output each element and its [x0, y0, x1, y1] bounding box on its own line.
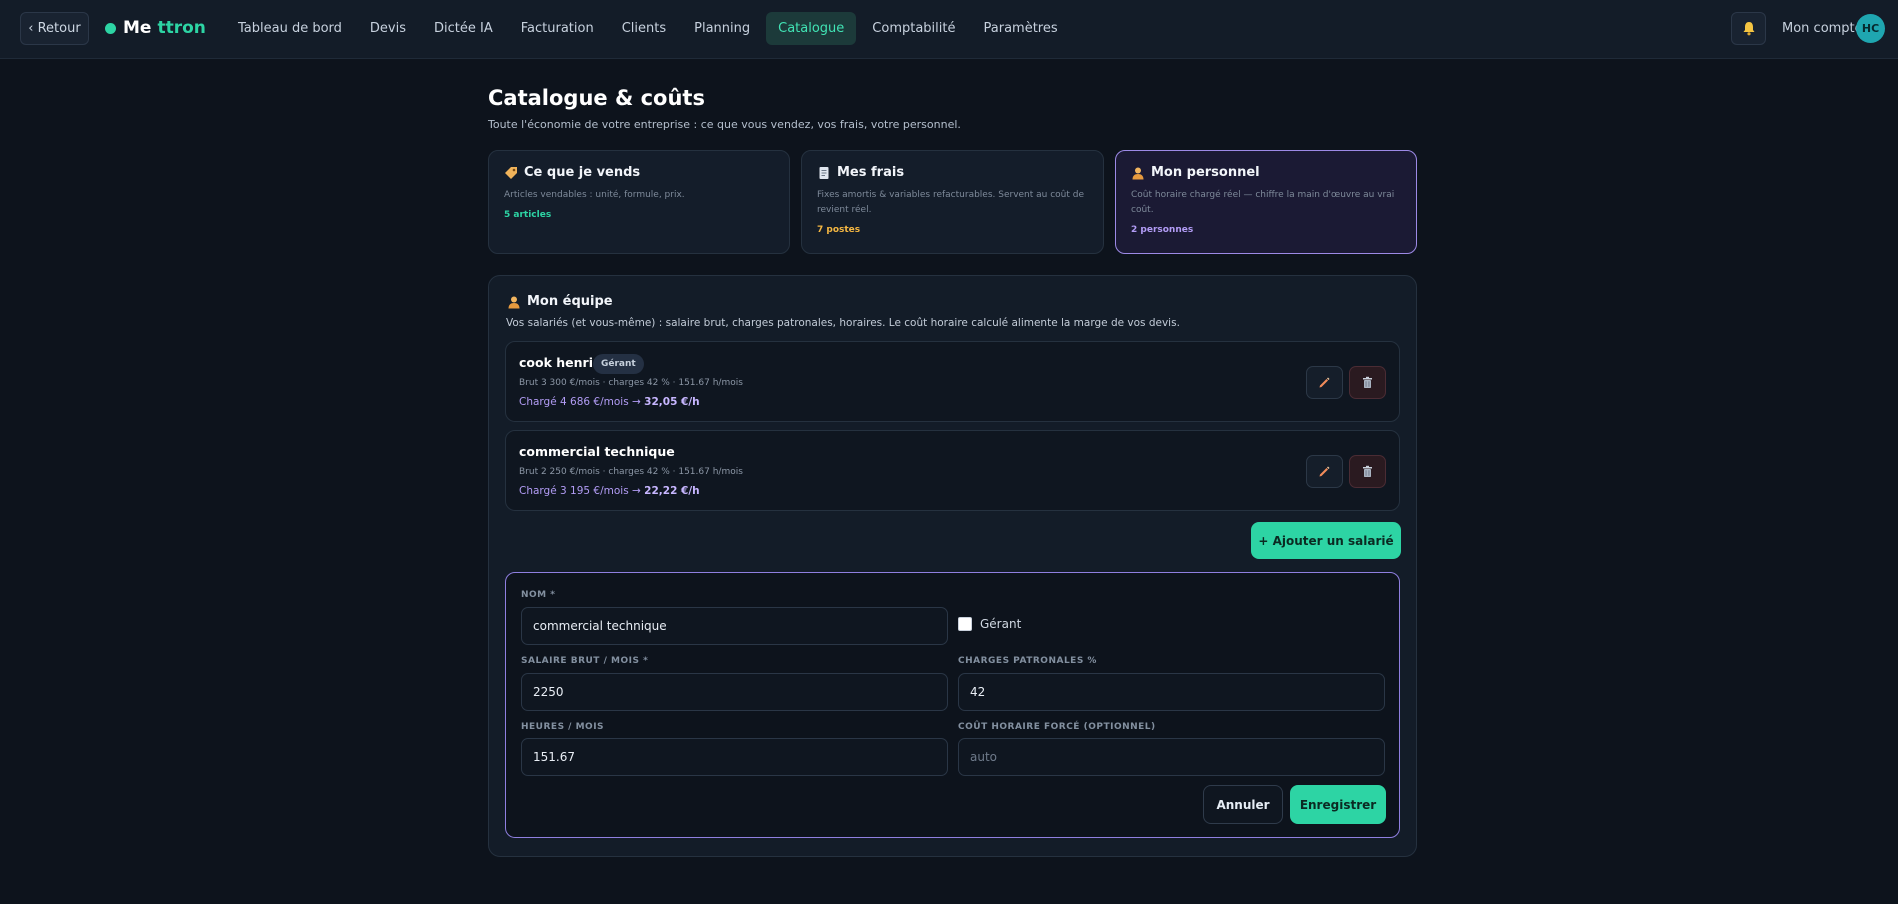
employee-cost: Chargé 4 686 €/mois → 32,05 €/h	[519, 396, 700, 408]
employee-hourly-rate: 32,05 €/h	[644, 396, 700, 408]
card-mon-personnel[interactable]: Mon personnel Coût horaire chargé réel —…	[1115, 150, 1417, 254]
salary-label: SALAIRE BRUT / MOIS *	[521, 656, 649, 666]
avatar[interactable]: HC	[1856, 14, 1885, 43]
team-title: Mon équipe	[527, 294, 613, 309]
nav-planning[interactable]: Planning	[682, 12, 762, 45]
nav-catalogue[interactable]: Catalogue	[766, 12, 857, 45]
employee-cost: Chargé 3 195 €/mois → 22,22 €/h	[519, 485, 700, 497]
account-link[interactable]: Mon compte	[1782, 21, 1863, 36]
manager-checkbox[interactable]	[958, 617, 972, 631]
employee-name: cook henri	[519, 355, 593, 370]
manager-checkbox-wrap[interactable]: Gérant	[958, 617, 1021, 631]
card-count: 7 postes	[817, 225, 861, 235]
main-nav: Tableau de bord Devis Dictée IA Facturat…	[226, 12, 1074, 45]
employee-row: commercial technique Brut 2 250 €/mois ·…	[505, 430, 1400, 511]
employee-details: Brut 3 300 €/mois · charges 42 % · 151.6…	[519, 378, 743, 388]
salary-input[interactable]	[521, 673, 948, 711]
team-section: Mon équipe Vos salariés (et vous-même) :…	[488, 275, 1417, 857]
card-count: 2 personnes	[1131, 225, 1194, 235]
trash-icon	[1363, 465, 1372, 477]
cancel-button[interactable]: Annuler	[1203, 785, 1283, 824]
trash-icon	[1363, 376, 1372, 388]
team-description: Vos salariés (et vous-même) : salaire br…	[506, 317, 1180, 329]
manager-badge: Gérant	[593, 354, 644, 374]
person-icon	[1132, 167, 1144, 179]
card-description: Fixes amortis & variables refacturables.…	[817, 190, 1085, 215]
logo-text-part1: Me	[123, 18, 152, 38]
employee-form: NOM * Gérant SALAIRE BRUT / MOIS * CHARG…	[505, 572, 1400, 838]
page-subtitle: Toute l'économie de votre entreprise : c…	[488, 118, 961, 131]
hours-input[interactable]	[521, 738, 948, 776]
notifications-button[interactable]	[1731, 12, 1766, 45]
back-button[interactable]: ‹ Retour	[20, 12, 89, 45]
manager-checkbox-label: Gérant	[980, 617, 1022, 631]
nav-facturation[interactable]: Facturation	[509, 12, 606, 45]
add-employee-button[interactable]: + Ajouter un salarié	[1251, 522, 1401, 559]
nav-tableau-de-bord[interactable]: Tableau de bord	[226, 12, 354, 45]
card-title: Ce que je vends	[524, 165, 641, 180]
hours-label: HEURES / MOIS	[521, 722, 605, 732]
person-icon	[508, 296, 520, 308]
card-description: Articles vendables : unité, formule, pri…	[504, 190, 685, 200]
edit-employee-button[interactable]	[1306, 455, 1343, 488]
card-title: Mon personnel	[1151, 165, 1260, 180]
app-logo[interactable]: Me ttron	[105, 18, 206, 38]
top-bar: ‹ Retour Me ttron Tableau de bord Devis …	[0, 0, 1898, 59]
charges-input[interactable]	[958, 673, 1385, 711]
save-button[interactable]: Enregistrer	[1290, 785, 1386, 824]
bell-icon	[1743, 22, 1754, 36]
card-title: Mes frais	[837, 165, 905, 180]
employee-cost-monthly: Chargé 3 195 €/mois →	[519, 485, 645, 497]
card-description: Coût horaire chargé réel — chiffre la ma…	[1131, 190, 1395, 215]
nav-dictee-ia[interactable]: Dictée IA	[422, 12, 505, 45]
card-count: 5 articles	[504, 210, 552, 220]
nav-devis[interactable]: Devis	[358, 12, 418, 45]
card-ce-que-je-vends[interactable]: Ce que je vends Articles vendables : uni…	[488, 150, 790, 254]
name-label: NOM *	[521, 590, 556, 600]
charges-label: CHARGES PATRONALES %	[958, 656, 1097, 666]
delete-employee-button[interactable]	[1349, 366, 1386, 399]
employee-cost-monthly: Chargé 4 686 €/mois →	[519, 396, 645, 408]
nav-comptabilite[interactable]: Comptabilité	[860, 12, 967, 45]
name-input[interactable]	[521, 607, 948, 645]
pencil-icon	[1319, 466, 1330, 477]
page-title: Catalogue & coûts	[488, 86, 705, 110]
nav-clients[interactable]: Clients	[610, 12, 678, 45]
logo-text-part2: ttron	[157, 18, 206, 38]
nav-parametres[interactable]: Paramètres	[972, 12, 1070, 45]
card-mes-frais[interactable]: Mes frais Fixes amortis & variables refa…	[801, 150, 1104, 254]
employee-name: commercial technique	[519, 444, 675, 459]
edit-employee-button[interactable]	[1306, 366, 1343, 399]
delete-employee-button[interactable]	[1349, 455, 1386, 488]
receipt-icon	[819, 166, 829, 179]
employee-details: Brut 2 250 €/mois · charges 42 % · 151.6…	[519, 467, 743, 477]
employee-hourly-rate: 22,22 €/h	[644, 485, 700, 497]
tag-icon	[505, 166, 517, 179]
forced-rate-input[interactable]	[958, 738, 1385, 776]
logo-dot-icon	[105, 22, 116, 34]
employee-row: cook henri Gérant Brut 3 300 €/mois · ch…	[505, 341, 1400, 422]
pencil-icon	[1319, 377, 1330, 388]
forced-rate-label: COÛT HORAIRE FORCÉ (OPTIONNEL)	[958, 722, 1156, 732]
